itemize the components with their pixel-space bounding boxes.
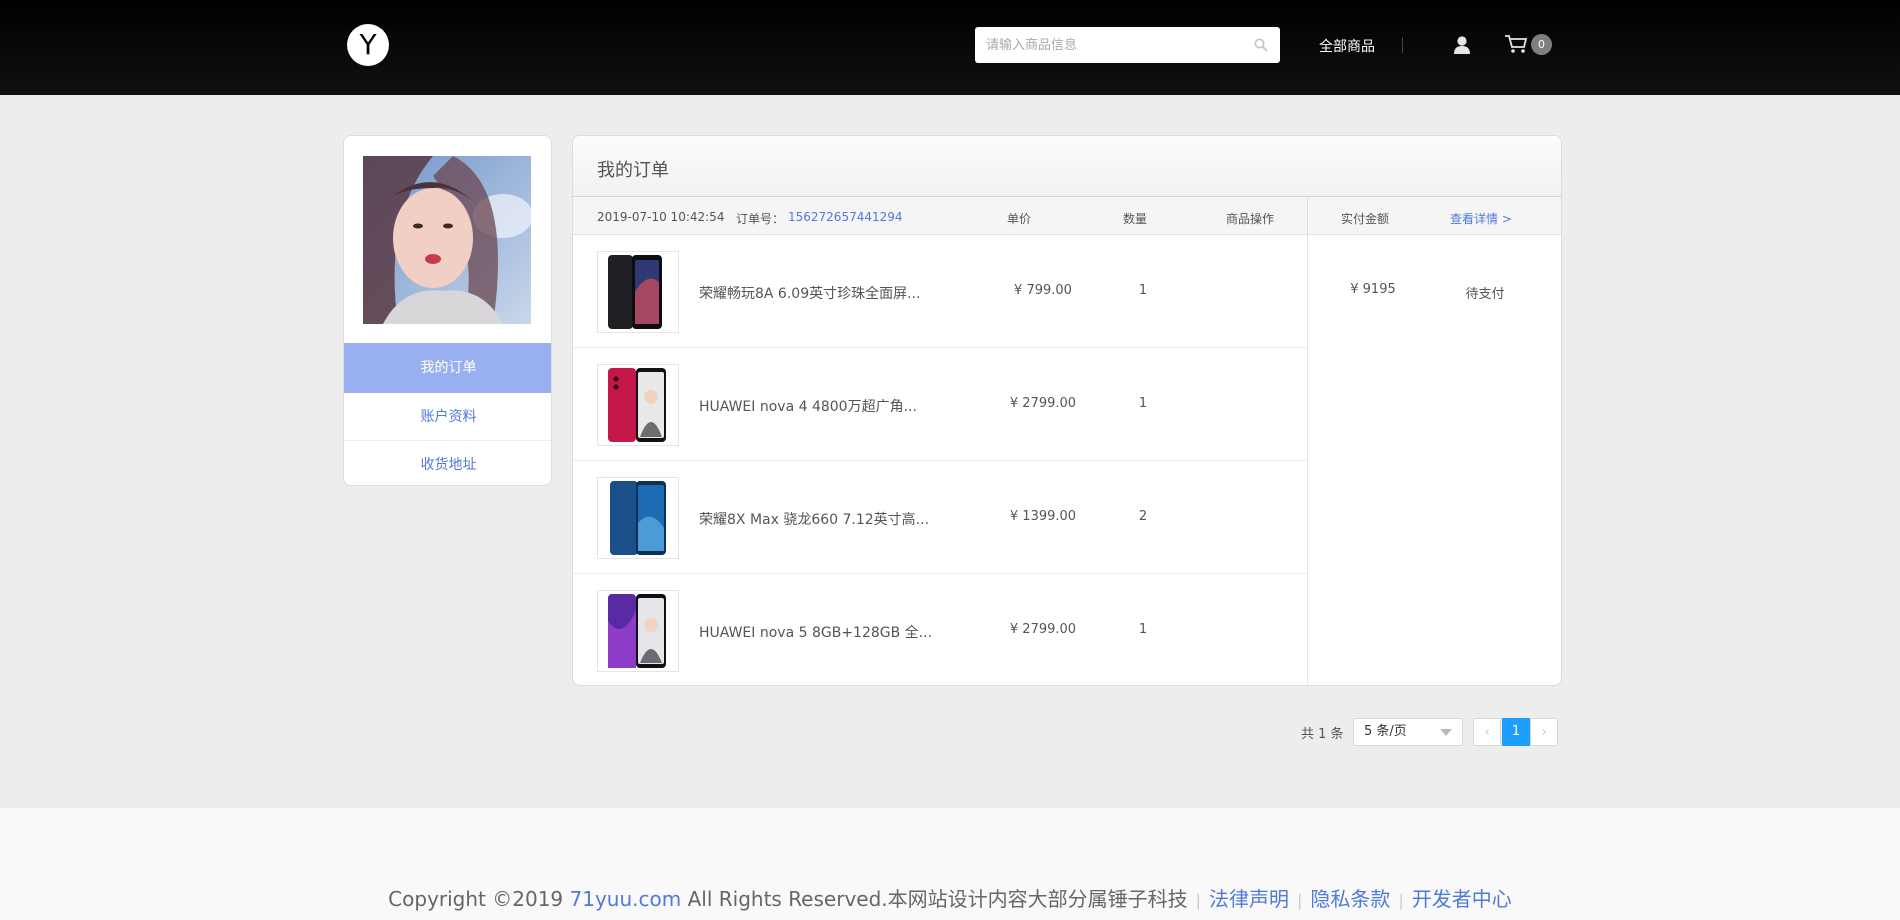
avatar [363,156,531,324]
prev-page-button[interactable]: ‹ [1473,718,1501,746]
product-unit-price: ¥ 799.00 [1014,283,1072,298]
cart-count-badge: 0 [1531,34,1552,55]
page-number-button[interactable]: 1 [1502,718,1530,746]
order-item: 荣耀畅玩8A 6.09英寸珍珠全面屏... ¥ 799.00 1 [573,235,1308,348]
pagination-total: 共 1 条 [1301,727,1344,742]
product-name[interactable]: 荣耀畅玩8A 6.09英寸珍珠全面屏... [699,283,920,303]
search-input[interactable] [975,27,1235,63]
footer-divider: | [1195,891,1202,910]
product-unit-price: ¥ 2799.00 [1009,396,1077,411]
site-logo[interactable]: Y [347,24,389,66]
page-title: 我的订单 [597,160,669,181]
column-header-price: 单价 [1007,212,1032,226]
top-header: Y 全部商品 0 [0,0,1900,95]
next-page-button[interactable]: › [1530,718,1558,746]
search-icon[interactable] [1254,38,1268,52]
paid-amount: ¥ 9195 [1350,282,1396,297]
order-info-bar: 2019-07-10 10:42:54 订单号： 156272657441294… [573,197,1561,235]
cart-icon[interactable] [1504,34,1528,54]
product-quantity: 1 [1138,396,1148,411]
account-sidebar: 我的订单 账户资料 收货地址 [343,135,552,486]
product-thumbnail[interactable] [597,590,679,672]
sidebar-menu: 我的订单 账户资料 收货地址 [344,343,551,485]
orders-panel: 我的订单 2019-07-10 10:42:54 订单号： 1562726574… [572,135,1562,686]
copyright-line: Copyright ©2019 71yuu.com All Rights Res… [0,883,1900,912]
column-header-paid-amount: 实付金额 [1341,212,1390,226]
product-quantity: 1 [1138,283,1148,298]
developer-center-link[interactable]: 开发者中心 [1412,887,1512,911]
product-thumbnail[interactable] [597,364,679,446]
product-unit-price: ¥ 2799.00 [1009,622,1077,637]
order-item: HUAWEI nova 5 8GB+128GB 全... ¥ 2799.00 1 [573,574,1308,685]
order-time: 2019-07-10 10:42:54 [597,210,725,224]
orders-panel-header: 我的订单 [573,136,1561,197]
chevron-right-icon: › [1541,724,1547,740]
column-divider [1307,197,1308,235]
all-products-link[interactable]: 全部商品 [1319,36,1375,56]
order-number-label: 订单号： [736,212,785,226]
chevron-down-icon [1440,729,1452,736]
summary-divider [1307,235,1308,685]
order-status: 待支付 [1465,287,1505,302]
order-number[interactable]: 156272657441294 [788,210,903,224]
user-icon[interactable] [1453,35,1471,55]
privacy-policy-link[interactable]: 隐私条款 [1310,887,1390,911]
column-header-quantity: 数量 [1123,212,1148,226]
search-box[interactable] [975,27,1280,63]
sidebar-item-my-orders[interactable]: 我的订单 [344,343,551,393]
product-quantity: 2 [1138,509,1148,524]
product-name[interactable]: HUAWEI nova 5 8GB+128GB 全... [699,622,932,642]
order-item: HUAWEI nova 4 4800万超广角... ¥ 2799.00 1 [573,348,1308,461]
product-unit-price: ¥ 1399.00 [1009,509,1077,524]
page-size-value: 5 条/页 [1364,724,1407,739]
chevron-left-icon: ‹ [1484,724,1490,740]
column-header-operations: 商品操作 [1226,212,1275,226]
copyright-suffix: All Rights Reserved.本网站设计内容大部分属锤子科技 [681,887,1188,911]
legal-notice-link[interactable]: 法律声明 [1209,887,1289,911]
order-item: 荣耀8X Max 骁龙660 7.12英寸高... ¥ 1399.00 2 [573,461,1308,574]
site-link[interactable]: 71yuu.com [570,887,682,911]
sidebar-item-shipping-address[interactable]: 收货地址 [344,441,551,485]
product-name[interactable]: 荣耀8X Max 骁龙660 7.12英寸高... [699,509,929,529]
product-quantity: 1 [1138,622,1148,637]
page-size-select[interactable]: 5 条/页 [1353,718,1463,746]
product-thumbnail[interactable] [597,251,679,333]
product-thumbnail[interactable] [597,477,679,559]
footer-divider: | [1297,891,1303,910]
copyright-prefix: Copyright ©2019 [388,887,570,911]
nav-divider [1402,37,1403,53]
product-name[interactable]: HUAWEI nova 4 4800万超广角... [699,396,917,416]
sidebar-item-account-info[interactable]: 账户资料 [344,393,551,441]
page-footer: Copyright ©2019 71yuu.com All Rights Res… [0,808,1900,920]
order-items-list: 荣耀畅玩8A 6.09英寸珍珠全面屏... ¥ 799.00 1 HUAWEI … [573,235,1308,685]
view-details-link[interactable]: 查看详情 > [1450,210,1512,227]
footer-divider: | [1398,891,1404,910]
